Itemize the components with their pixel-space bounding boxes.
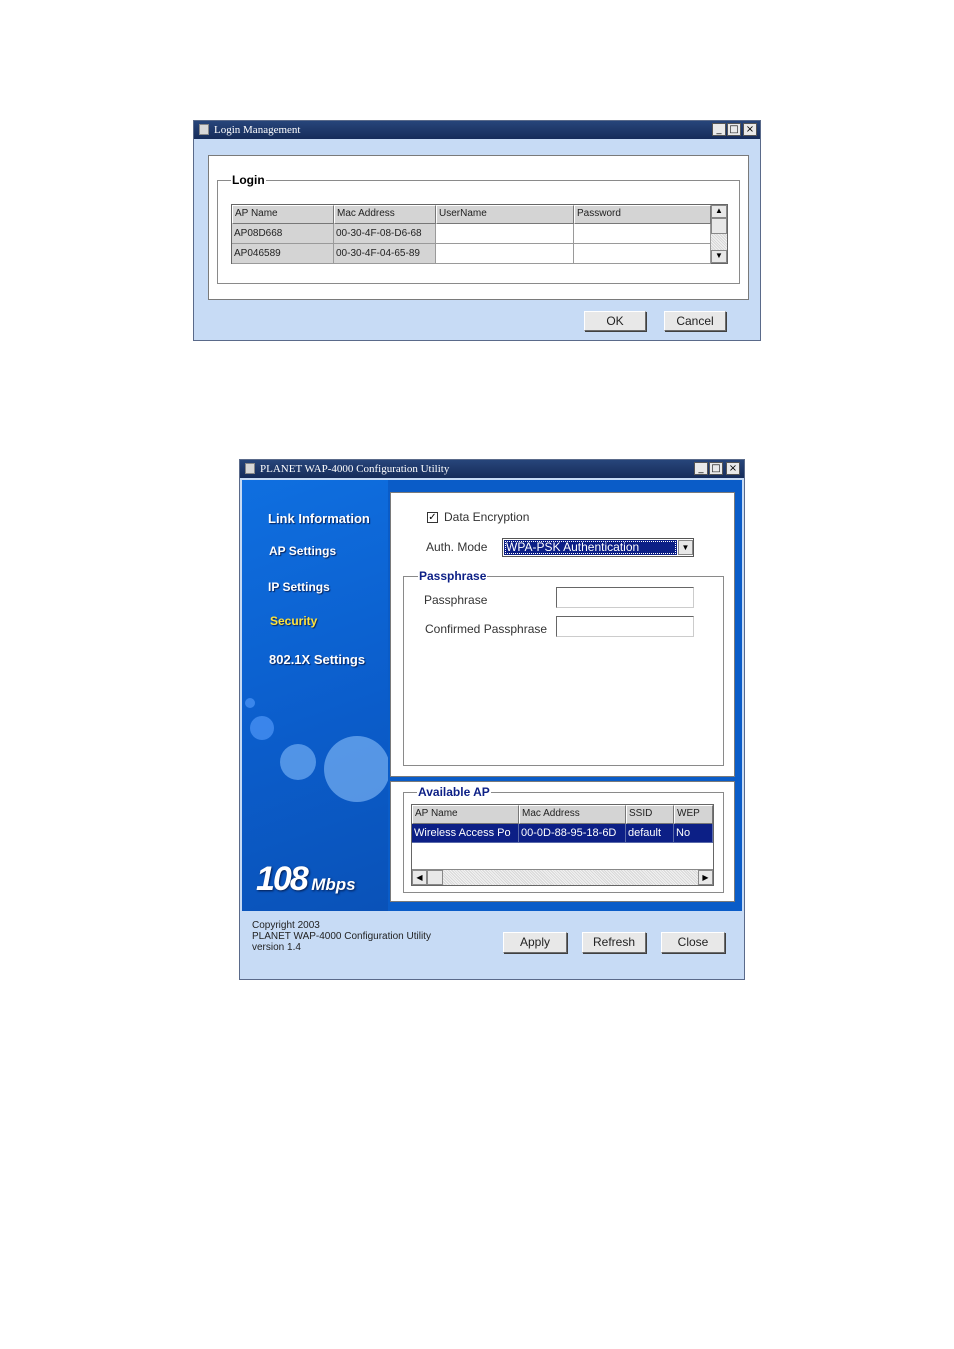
column-header-mac-address[interactable]: Mac Address — [334, 205, 436, 224]
product-text: PLANET WAP-4000 Configuration Utility — [252, 931, 431, 942]
available-ap-group-label: Available AP — [417, 785, 491, 799]
login-table: AP Name Mac Address UserName Password AP… — [231, 204, 728, 264]
app-icon — [245, 463, 255, 474]
login-management-window: Login Management _ □ × Login AP Name Mac… — [193, 120, 761, 341]
nav-link-information[interactable]: Link Information — [268, 511, 370, 526]
copyright-text: Copyright 2003 — [252, 920, 320, 931]
table-row[interactable]: Wireless Access Po 00-0D-88-95-18-6D def… — [412, 824, 713, 843]
confirmed-passphrase-input[interactable] — [556, 616, 694, 637]
maximize-icon[interactable]: □ — [709, 462, 723, 475]
brand-logo: 108 Mbps — [256, 860, 356, 899]
vertical-scrollbar[interactable]: ▲ ▼ — [711, 205, 727, 263]
column-header-mac-address[interactable]: Mac Address — [519, 805, 626, 824]
apply-button[interactable]: Apply — [503, 932, 567, 953]
decorative-circle — [250, 716, 274, 740]
nav-ip-settings[interactable]: IP Settings — [268, 580, 330, 594]
scroll-left-icon[interactable]: ◀ — [412, 870, 427, 885]
decorative-circle — [245, 698, 255, 708]
refresh-button[interactable]: Refresh — [582, 932, 646, 953]
column-header-username[interactable]: UserName — [436, 205, 574, 224]
column-header-ap-name[interactable]: AP Name — [412, 805, 519, 824]
column-header-password[interactable]: Password — [574, 205, 711, 224]
scroll-down-icon[interactable]: ▼ — [711, 250, 727, 263]
table-cell: 00-0D-88-95-18-6D — [519, 824, 626, 843]
config-title-bar[interactable]: PLANET WAP-4000 Configuration Utility _ … — [240, 460, 744, 478]
chevron-down-icon[interactable]: ▼ — [678, 540, 693, 555]
sidebar: Link Information AP Settings IP Settings… — [242, 480, 388, 911]
close-icon[interactable]: × — [743, 123, 757, 136]
brand-number: 108 — [256, 860, 309, 898]
horizontal-scrollbar[interactable]: ◀ ▶ — [412, 869, 713, 885]
table-cell: default — [626, 824, 674, 843]
version-text: version 1.4 — [252, 942, 301, 953]
confirmed-passphrase-label: Confirmed Passphrase — [425, 622, 548, 636]
available-ap-table: AP Name Mac Address SSID WEP Wireless Ac… — [411, 804, 714, 886]
ok-button[interactable]: OK — [584, 311, 646, 331]
column-header-ap-name[interactable]: AP Name — [232, 205, 334, 224]
brand-unit: Mbps — [311, 875, 356, 894]
scroll-up-icon[interactable]: ▲ — [711, 205, 727, 218]
passphrase-group-label: Passphrase — [418, 569, 488, 583]
table-cell: Wireless Access Po — [412, 824, 519, 843]
table-cell[interactable]: 00-30-4F-04-65-89 — [334, 244, 436, 264]
auth-mode-label: Auth. Mode — [426, 540, 488, 554]
login-group-label: Login — [231, 173, 266, 187]
window-title: Login Management — [214, 124, 301, 136]
scroll-thumb[interactable] — [711, 218, 727, 234]
data-encryption-checkbox[interactable]: ✓ — [427, 512, 438, 523]
nav-security[interactable]: Security — [270, 614, 317, 628]
available-ap-panel: Available AP AP Name Mac Address SSID WE… — [390, 781, 735, 902]
nav-ap-settings[interactable]: AP Settings — [269, 544, 336, 558]
close-button[interactable]: Close — [661, 932, 725, 953]
configuration-utility-window: PLANET WAP-4000 Configuration Utility _ … — [239, 459, 745, 980]
window-title: PLANET WAP-4000 Configuration Utility — [260, 463, 450, 475]
scroll-thumb[interactable] — [427, 870, 443, 885]
login-panel: Login AP Name Mac Address UserName Passw… — [208, 155, 749, 300]
auth-mode-select[interactable]: WPA-PSK Authentication ▼ — [502, 538, 694, 557]
login-title-bar[interactable]: Login Management _ □ × — [194, 121, 760, 139]
decorative-circle — [324, 736, 388, 802]
passphrase-input[interactable] — [556, 587, 694, 608]
scroll-right-icon[interactable]: ▶ — [698, 870, 713, 885]
table-cell[interactable]: AP046589 — [232, 244, 334, 264]
security-panel: ✓ Data Encryption Auth. Mode WPA-PSK Aut… — [390, 492, 735, 777]
close-icon[interactable]: × — [726, 462, 740, 475]
cancel-button[interactable]: Cancel — [664, 311, 726, 331]
username-cell[interactable] — [436, 244, 574, 264]
column-header-ssid[interactable]: SSID — [626, 805, 674, 824]
passphrase-label: Passphrase — [424, 593, 488, 607]
maximize-icon[interactable]: □ — [727, 123, 741, 136]
nav-802-1x-settings[interactable]: 802.1X Settings — [269, 652, 365, 667]
data-encryption-label: Data Encryption — [444, 510, 530, 524]
table-cell[interactable]: 00-30-4F-08-D6-68 — [334, 224, 436, 244]
auth-mode-value: WPA-PSK Authentication — [504, 540, 677, 555]
username-cell[interactable] — [436, 224, 574, 244]
minimize-icon[interactable]: _ — [712, 123, 726, 136]
password-cell[interactable] — [574, 244, 711, 264]
column-header-wep[interactable]: WEP — [674, 805, 713, 824]
table-cell[interactable]: AP08D668 — [232, 224, 334, 244]
password-cell[interactable] — [574, 224, 711, 244]
content-frame: Link Information AP Settings IP Settings… — [242, 480, 742, 911]
app-icon — [199, 124, 209, 135]
minimize-icon[interactable]: _ — [694, 462, 708, 475]
table-cell: No — [674, 824, 713, 843]
footer-copyright: Copyright 2003 PLANET WAP-4000 Configura… — [252, 920, 431, 953]
decorative-circle — [280, 744, 316, 780]
